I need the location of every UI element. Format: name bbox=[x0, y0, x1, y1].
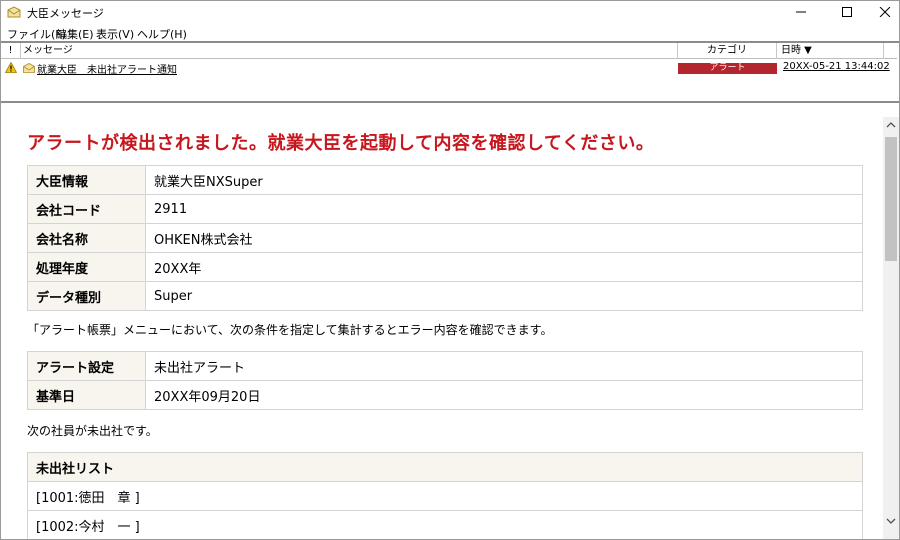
row-value: Super bbox=[145, 281, 863, 311]
row-value: 20XX年09月20日 bbox=[145, 380, 863, 410]
row-value: 就業大臣NXSuper bbox=[145, 165, 863, 195]
list-item[interactable]: 就業大臣 未出社アラート通知 アラート 20XX-05-21 13:44:02 bbox=[1, 60, 897, 76]
list-header: ! メッセージ カテゴリ 日時 ▼ bbox=[1, 43, 897, 59]
table-row: 未出社リスト bbox=[27, 452, 863, 482]
column-message-header[interactable]: メッセージ bbox=[23, 43, 73, 58]
envelope-icon bbox=[23, 63, 35, 73]
info-table: 大臣情報 就業大臣NXSuper 会社コード 2911 会社名称 OHKEN株式会社 … bbox=[27, 165, 863, 311]
row-value: 未出社アラート bbox=[145, 351, 863, 381]
column-date-header[interactable]: 日時 ▼ bbox=[781, 43, 812, 58]
menu-view[interactable]: 表示(V) bbox=[96, 26, 134, 42]
table-row: [1001:徳田 章 ] bbox=[27, 481, 863, 511]
row-label: 大臣情報 bbox=[27, 165, 146, 195]
column-divider bbox=[883, 43, 884, 59]
row-label: 会社名称 bbox=[27, 223, 146, 253]
close-button[interactable] bbox=[865, 1, 900, 23]
row-value: OHKEN株式会社 bbox=[145, 223, 863, 253]
message-list: ! メッセージ カテゴリ 日時 ▼ 就業大臣 未出社アラート通知 アラート 20… bbox=[1, 41, 899, 103]
menu-bar: ファイル(F) 編集(E) 表示(V) ヘルプ(H) bbox=[1, 23, 899, 41]
window-title: 大臣メッセージ bbox=[27, 7, 104, 20]
table-row: 処理年度 20XX年 bbox=[27, 252, 863, 282]
absent-list-header: 未出社リスト bbox=[27, 452, 863, 482]
column-category-header[interactable]: カテゴリ bbox=[677, 43, 777, 59]
minimize-button[interactable] bbox=[781, 1, 821, 23]
warning-icon bbox=[5, 62, 17, 73]
message-date-link[interactable]: 20XX-05-21 13:44:02 bbox=[783, 61, 890, 72]
table-row: アラート設定 未出社アラート bbox=[27, 351, 863, 381]
vertical-scrollbar[interactable] bbox=[883, 117, 899, 539]
row-label: 会社コード bbox=[27, 194, 146, 224]
scroll-down-icon[interactable] bbox=[886, 517, 896, 525]
row-label: アラート設定 bbox=[27, 351, 146, 381]
scroll-up-icon[interactable] bbox=[886, 121, 896, 129]
alert-headline: アラートが検出されました。就業大臣を起動して内容を確認してください。 bbox=[27, 133, 655, 154]
table-row: 基準日 20XX年09月20日 bbox=[27, 380, 863, 410]
minimize-icon bbox=[796, 11, 806, 13]
absent-list-table: 未出社リスト [1001:徳田 章 ] [1002:今村 一 ] bbox=[27, 452, 863, 539]
absent-note: 次の社員が未出社です。 bbox=[27, 424, 158, 438]
message-title-link[interactable]: 就業大臣 未出社アラート通知 bbox=[37, 61, 177, 76]
absent-employee: [1002:今村 一 ] bbox=[27, 510, 863, 539]
table-row: 会社コード 2911 bbox=[27, 194, 863, 224]
row-label: データ種別 bbox=[27, 281, 146, 311]
row-value: 2911 bbox=[145, 194, 863, 224]
table-row: 大臣情報 就業大臣NXSuper bbox=[27, 165, 863, 195]
menu-help[interactable]: ヘルプ(H) bbox=[137, 26, 187, 42]
message-detail: アラートが検出されました。就業大臣を起動して内容を確認してください。 大臣情報就… bbox=[3, 105, 883, 539]
condition-table: アラート設定 未出社アラート 基準日 20XX年09月20日 bbox=[27, 351, 863, 410]
table-row: データ種別 Super bbox=[27, 281, 863, 311]
row-value: 20XX年 bbox=[145, 252, 863, 282]
maximize-icon bbox=[842, 7, 852, 17]
column-priority-header[interactable]: ! bbox=[1, 43, 21, 59]
category-badge: アラート bbox=[678, 63, 777, 74]
close-icon bbox=[879, 7, 891, 17]
row-label: 基準日 bbox=[27, 380, 146, 410]
absent-employee: [1001:徳田 章 ] bbox=[27, 481, 863, 511]
envelope-icon bbox=[7, 6, 21, 18]
menu-edit[interactable]: 編集(E) bbox=[56, 26, 94, 42]
table-row: [1002:今村 一 ] bbox=[27, 510, 863, 539]
maximize-button[interactable] bbox=[827, 1, 867, 23]
scrollbar-thumb[interactable] bbox=[885, 137, 897, 261]
message-window: 大臣メッセージ ファイル(F) 編集(E) 表示(V) ヘルプ(H) ! メッセ… bbox=[0, 0, 900, 540]
title-bar[interactable]: 大臣メッセージ bbox=[1, 1, 899, 23]
row-label: 処理年度 bbox=[27, 252, 146, 282]
table-row: 会社名称 OHKEN株式会社 bbox=[27, 223, 863, 253]
instruction-text: 「アラート帳票」メニューにおいて、次の条件を指定して集計するとエラー内容を確認で… bbox=[27, 323, 553, 337]
